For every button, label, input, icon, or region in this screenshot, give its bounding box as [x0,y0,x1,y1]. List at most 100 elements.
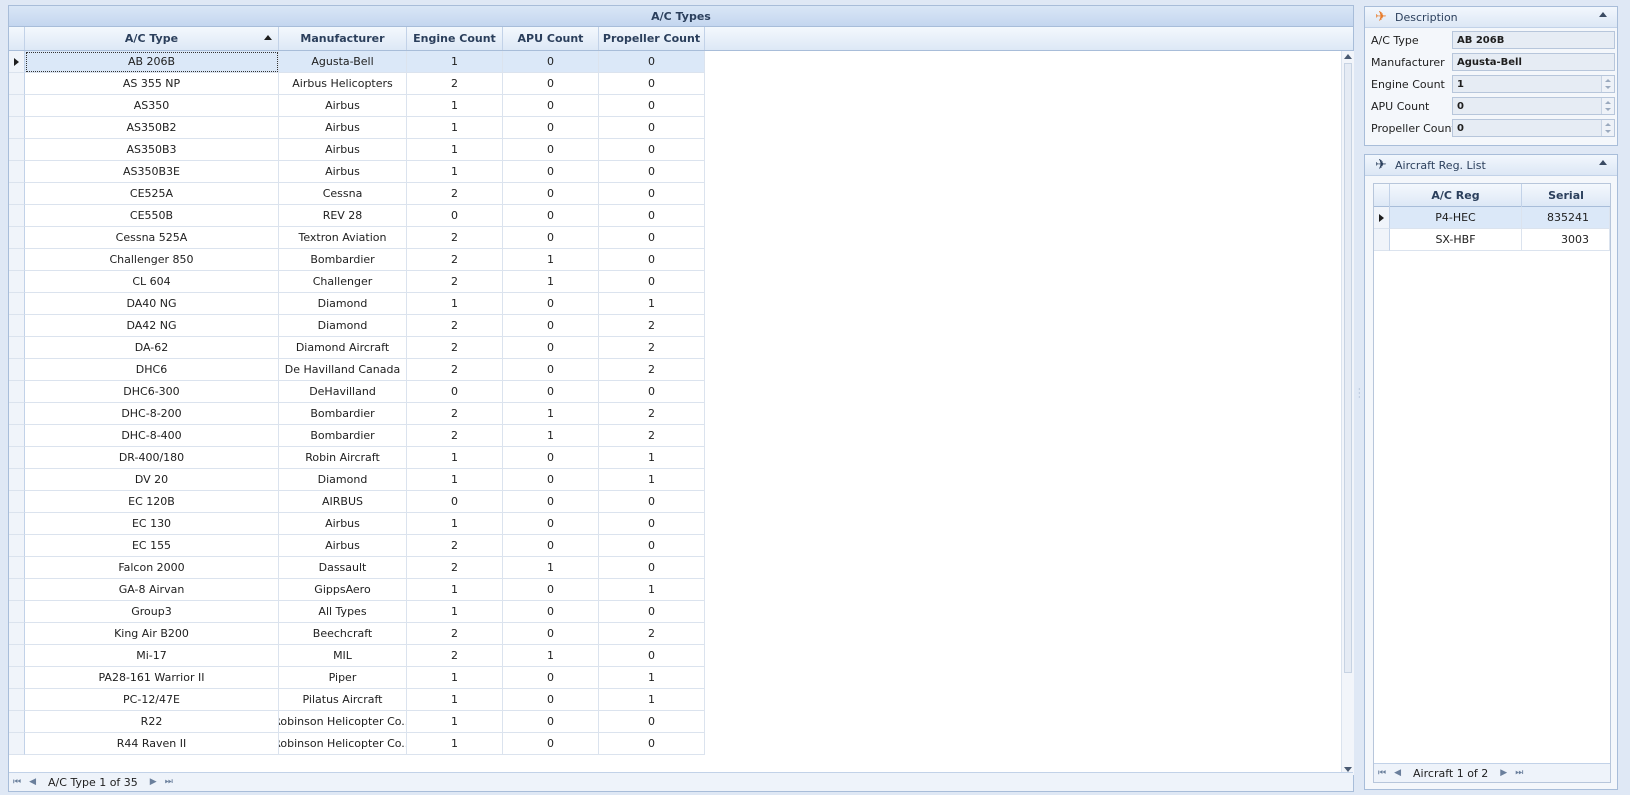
cell-serial[interactable]: 3003 [1522,229,1610,251]
last-record-icon[interactable]: ⏭ [165,777,173,787]
row-indicator[interactable] [9,249,25,271]
table-row[interactable]: P4-HEC 835241 [1374,207,1610,229]
cell-ac-type[interactable]: Challenger 850 [25,249,279,271]
cell-engine-count[interactable]: 0 [407,381,503,403]
cell-manufacturer[interactable]: AIRBUS [279,491,407,513]
table-row[interactable]: AS350B3 Airbus 1 0 0 [9,139,1341,161]
cell-ac-type[interactable]: Falcon 2000 [25,557,279,579]
cell-propeller-count[interactable]: 0 [599,117,705,139]
table-row[interactable]: GA-8 Airvan GippsAero 1 0 1 [9,579,1341,601]
cell-ac-type[interactable]: GA-8 Airvan [25,579,279,601]
cell-ac-type[interactable]: EC 130 [25,513,279,535]
cell-ac-type[interactable]: AS350B2 [25,117,279,139]
cell-apu-count[interactable]: 0 [503,469,599,491]
row-indicator[interactable] [9,447,25,469]
row-indicator[interactable] [9,491,25,513]
cell-engine-count[interactable]: 1 [407,51,503,73]
table-row[interactable]: Group3 All Types 1 0 0 [9,601,1341,623]
cell-ac-type[interactable]: DHC6-300 [25,381,279,403]
cell-apu-count[interactable]: 0 [503,337,599,359]
cell-propeller-count[interactable]: 0 [599,491,705,513]
row-indicator[interactable] [9,645,25,667]
cell-propeller-count[interactable]: 1 [599,469,705,491]
row-indicator[interactable] [9,205,25,227]
cell-manufacturer[interactable]: Beechcraft [279,623,407,645]
row-indicator[interactable] [9,425,25,447]
cell-ac-reg[interactable]: P4-HEC [1390,207,1522,229]
cell-ac-type[interactable]: CE550B [25,205,279,227]
cell-apu-count[interactable]: 0 [503,491,599,513]
table-row[interactable]: EC 120B AIRBUS 0 0 0 [9,491,1341,513]
spin-buttons[interactable] [1601,76,1614,92]
cell-engine-count[interactable]: 2 [407,73,503,95]
cell-manufacturer[interactable]: Robinson Helicopter Co... [279,733,407,755]
cell-ac-type[interactable]: King Air B200 [25,623,279,645]
cell-propeller-count[interactable]: 0 [599,557,705,579]
cell-engine-count[interactable]: 1 [407,95,503,117]
last-record-icon[interactable]: ⏭ [1515,768,1523,778]
cell-ac-type[interactable]: DA42 NG [25,315,279,337]
cell-apu-count[interactable]: 0 [503,601,599,623]
cell-propeller-count[interactable]: 0 [599,161,705,183]
spin-buttons[interactable] [1601,120,1614,136]
cell-ac-type[interactable]: AS 355 NP [25,73,279,95]
cell-manufacturer[interactable]: Piper [279,667,407,689]
column-header-manufacturer[interactable]: Manufacturer [279,27,407,50]
cell-apu-count[interactable]: 0 [503,293,599,315]
row-indicator[interactable] [9,733,25,755]
row-indicator[interactable] [9,227,25,249]
table-row[interactable]: EC 130 Airbus 1 0 0 [9,513,1341,535]
table-row[interactable]: DA-62 Diamond Aircraft 2 0 2 [9,337,1341,359]
cell-manufacturer[interactable]: Challenger [279,271,407,293]
cell-ac-type[interactable]: PA28-161 Warrior II [25,667,279,689]
cell-manufacturer[interactable]: Robinson Helicopter Co... [279,711,407,733]
panel-splitter[interactable]: · · · [1358,386,1361,404]
cell-propeller-count[interactable]: 0 [599,535,705,557]
cell-propeller-count[interactable]: 1 [599,293,705,315]
table-row[interactable]: CE525A Cessna 2 0 0 [9,183,1341,205]
cell-propeller-count[interactable]: 0 [599,733,705,755]
cell-apu-count[interactable]: 0 [503,513,599,535]
field-input[interactable]: 1 [1452,75,1615,93]
cell-ac-type[interactable]: Group3 [25,601,279,623]
scrollbar-thumb[interactable] [1344,63,1352,673]
cell-engine-count[interactable]: 1 [407,711,503,733]
table-row[interactable]: AS350B2 Airbus 1 0 0 [9,117,1341,139]
row-indicator[interactable] [1374,207,1390,229]
cell-apu-count[interactable]: 1 [503,271,599,293]
column-header-apu-count[interactable]: APU Count [503,27,599,50]
cell-manufacturer[interactable]: All Types [279,601,407,623]
next-record-icon[interactable]: ▶ [1500,768,1507,778]
cell-propeller-count[interactable]: 0 [599,73,705,95]
cell-engine-count[interactable]: 0 [407,491,503,513]
table-row[interactable]: SX-HBF 3003 [1374,229,1610,251]
cell-apu-count[interactable]: 0 [503,381,599,403]
collapse-icon[interactable] [1599,160,1607,165]
table-row[interactable]: DA42 NG Diamond 2 0 2 [9,315,1341,337]
next-record-icon[interactable]: ▶ [150,777,157,787]
cell-ac-type[interactable]: DR-400/180 [25,447,279,469]
cell-apu-count[interactable]: 0 [503,733,599,755]
spin-buttons[interactable] [1601,98,1614,114]
cell-ac-type[interactable]: DHC6 [25,359,279,381]
cell-propeller-count[interactable]: 0 [599,205,705,227]
cell-engine-count[interactable]: 1 [407,689,503,711]
cell-engine-count[interactable]: 2 [407,227,503,249]
cell-engine-count[interactable]: 2 [407,315,503,337]
table-row[interactable]: DR-400/180 Robin Aircraft 1 0 1 [9,447,1341,469]
cell-engine-count[interactable]: 2 [407,623,503,645]
row-indicator[interactable] [9,601,25,623]
cell-manufacturer[interactable]: Airbus [279,139,407,161]
cell-manufacturer[interactable]: Bombardier [279,425,407,447]
cell-ac-type[interactable]: AS350 [25,95,279,117]
cell-ac-type[interactable]: CE525A [25,183,279,205]
cell-ac-type[interactable]: DHC-8-200 [25,403,279,425]
cell-manufacturer[interactable]: Diamond [279,469,407,491]
table-row[interactable]: R22 Robinson Helicopter Co... 1 0 0 [9,711,1341,733]
cell-propeller-count[interactable]: 0 [599,711,705,733]
cell-propeller-count[interactable]: 2 [599,425,705,447]
cell-engine-count[interactable]: 1 [407,447,503,469]
cell-propeller-count[interactable]: 0 [599,601,705,623]
cell-propeller-count[interactable]: 1 [599,689,705,711]
row-indicator[interactable] [9,51,25,73]
